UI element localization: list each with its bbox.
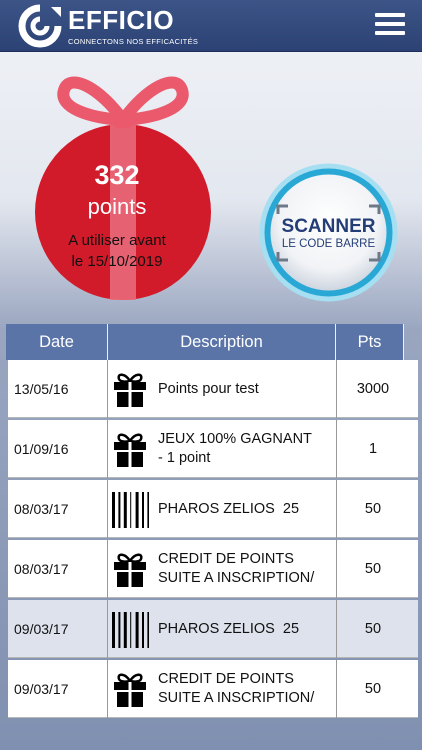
column-header-pts: Pts [336, 324, 404, 360]
row-points: 50 [364, 501, 382, 517]
points-history-table: Date Description Pts 13/05/16 Points pour… [6, 324, 418, 718]
row-description: PHAROS ZELIOS 25 [158, 500, 300, 517]
row-date: 09/03/17 [14, 681, 69, 697]
row-points: 50 [364, 561, 382, 577]
table-header: Date Description Pts [6, 324, 416, 360]
row-date: 13/05/16 [14, 381, 69, 397]
row-date: 09/03/17 [14, 621, 69, 637]
row-description: JEUX 100% GAGNANT - 1 point [158, 431, 312, 466]
row-points: 3000 [356, 381, 390, 397]
row-description: CREDIT DE POINTS SUITE A INSCRIPTION/ [158, 671, 315, 706]
table-row[interactable]: 08/03/17 CREDIT DE POINTS SUITE A INSCRIP… [8, 540, 418, 598]
row-divider [336, 660, 337, 718]
table-row[interactable]: 09/03/17 PHAROS ZELIOS 25 50 [8, 600, 418, 658]
row-description: CREDIT DE POINTS SUITE A INSCRIPTION/ [158, 551, 315, 586]
row-points: 1 [368, 441, 378, 457]
points-value: 332 [94, 160, 140, 190]
hamburger-menu-icon[interactable] [375, 13, 405, 37]
row-divider [107, 660, 108, 718]
row-divider [107, 480, 108, 538]
table-row[interactable]: 13/05/16 Points pour test 3000 [8, 360, 418, 418]
barcode-icon [112, 612, 149, 648]
points-label: points [87, 194, 147, 219]
table-row[interactable]: 01/09/16 JEUX 100% GAGNANT - 1 point 1 [8, 420, 418, 478]
row-divider [107, 420, 108, 478]
row-date: 08/03/17 [14, 501, 69, 517]
row-divider [107, 540, 108, 598]
column-header-date: Date [6, 324, 108, 360]
expiry-line-1: A utiliser avant [68, 232, 166, 249]
efficio-logo-icon [18, 4, 62, 48]
row-description: Points pour test [158, 380, 259, 397]
brand-name: EFFICIO [68, 5, 175, 35]
scanner-subtitle: LE CODE BARRE [281, 238, 376, 250]
row-divider [336, 360, 337, 418]
gift-icon [114, 373, 146, 407]
row-divider [336, 540, 337, 598]
gift-icon [114, 553, 146, 587]
row-points: 50 [364, 621, 382, 637]
column-header-description: Description [108, 324, 336, 360]
expiry-line-2: le 15/10/2019 [71, 253, 163, 270]
row-description: PHAROS ZELIOS 25 [158, 620, 300, 637]
row-points: 50 [364, 681, 382, 697]
expiry-text: A utiliser avant le 15/10/2019 [36, 230, 198, 272]
app-header: EFFICIO CONNECTONS NOS EFFICACITÉS [0, 0, 422, 52]
row-divider [336, 480, 337, 538]
row-divider [336, 600, 337, 658]
row-divider [336, 420, 337, 478]
row-divider [107, 600, 108, 658]
gift-icon [114, 673, 146, 707]
barcode-icon [112, 492, 149, 528]
table-row[interactable]: 09/03/17 CREDIT DE POINTS SUITE A INSCRIP… [8, 660, 418, 718]
row-divider [107, 360, 108, 418]
row-date: 01/09/16 [14, 441, 69, 457]
brand-tagline: CONNECTONS NOS EFFICACITÉS [68, 37, 199, 46]
scanner-title: SCANNER [281, 216, 376, 237]
table-row[interactable]: 08/03/17 PHAROS ZELIOS 25 50 [8, 480, 418, 538]
gift-icon [114, 433, 146, 467]
row-date: 08/03/17 [14, 561, 69, 577]
